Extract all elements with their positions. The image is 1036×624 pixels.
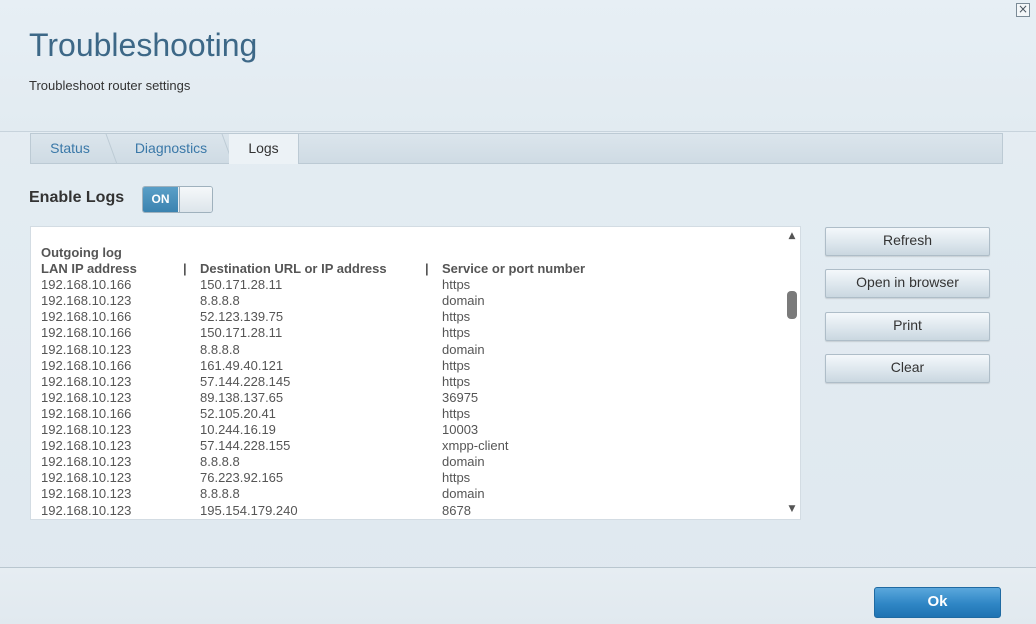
close-icon[interactable]: ×	[1016, 3, 1030, 17]
log-cell-destination: 52.123.139.75	[200, 309, 284, 325]
log-cell-service: https	[442, 325, 471, 341]
log-cell-service: https	[442, 470, 471, 486]
tab-status[interactable]: Status	[31, 134, 109, 164]
column-separator: |	[425, 261, 429, 277]
log-row: 192.168.10.123 8.8.8.8 domain	[41, 486, 781, 502]
log-cell-destination: 8.8.8.8	[200, 486, 240, 502]
clear-button[interactable]: Clear	[825, 354, 990, 383]
open-in-browser-button[interactable]: Open in browser	[825, 269, 990, 298]
tab-bar: Status Diagnostics Logs	[30, 133, 1003, 164]
log-cell-lan-ip: 192.168.10.123	[41, 389, 132, 405]
log-title: Outgoing log	[41, 245, 122, 260]
tab-diagnostics[interactable]: Diagnostics	[115, 134, 227, 164]
log-row: 192.168.10.123 8.8.8.8 domain	[41, 454, 781, 470]
log-cell-destination: 150.171.28.11	[200, 277, 283, 293]
log-cell-service: 36975	[442, 389, 479, 405]
column-separator: |	[183, 261, 187, 277]
toggle-state-label: ON	[143, 187, 178, 212]
log-cell-lan-ip: 192.168.10.123	[41, 341, 132, 357]
scroll-down-arrow-icon[interactable]: ▼	[786, 504, 798, 514]
dialog-header	[0, 0, 1036, 132]
log-cell-service: 8678	[442, 502, 471, 518]
log-row: 192.168.10.123 76.223.92.165 https	[41, 470, 781, 486]
log-cell-lan-ip: 192.168.10.123	[41, 486, 132, 502]
log-row: 192.168.10.123 8.8.8.8 domain	[41, 293, 781, 309]
page-subtitle: Troubleshoot router settings	[29, 78, 191, 93]
log-cell-service: https	[442, 309, 471, 325]
log-row: 192.168.10.123 57.144.228.145 https	[41, 374, 781, 390]
tab-logs[interactable]: Logs	[229, 134, 299, 164]
log-cell-destination: 8.8.8.8	[200, 341, 240, 357]
log-row: 192.168.10.123 10.244.16.19 10003	[41, 422, 781, 438]
refresh-button[interactable]: Refresh	[825, 227, 990, 256]
log-viewer[interactable]: Outgoing log LAN IP address | Destinatio…	[30, 226, 801, 520]
log-cell-destination: 195.154.179.240	[200, 502, 298, 518]
log-row: 192.168.10.166 52.105.20.41 https	[41, 406, 781, 422]
log-content: Outgoing log LAN IP address | Destinatio…	[41, 245, 781, 519]
log-cell-service: https	[442, 405, 471, 421]
log-cell-lan-ip: 192.168.10.123	[41, 373, 132, 389]
log-column-headers: LAN IP address | Destination URL or IP a…	[41, 261, 781, 277]
log-cell-destination: 57.144.228.155	[200, 438, 291, 454]
log-cell-lan-ip: 192.168.10.123	[41, 470, 132, 486]
log-cell-service: 10003	[442, 422, 479, 438]
log-row: 192.168.10.123 89.138.137.65 36975	[41, 390, 781, 406]
print-button[interactable]: Print	[825, 312, 990, 341]
log-cell-lan-ip: 192.168.10.166	[41, 325, 132, 341]
header-divider	[0, 131, 1036, 132]
log-cell-lan-ip: 192.168.10.166	[41, 277, 132, 293]
enable-logs-label: Enable Logs	[29, 189, 125, 206]
log-cell-service: https	[442, 357, 471, 373]
page-title: Troubleshooting	[29, 27, 258, 63]
log-cell-lan-ip: 192.168.10.166	[41, 405, 132, 421]
log-cell-service: domain	[442, 293, 485, 309]
log-cell-destination: 8.8.8.8	[200, 454, 240, 470]
column-header-lan-ip: LAN IP address	[41, 261, 137, 277]
log-cell-destination: 57.144.228.145	[200, 373, 291, 389]
toggle-knob	[179, 187, 212, 212]
log-cell-destination: 161.49.40.121	[200, 357, 284, 373]
log-row: 192.168.10.166 52.123.139.75 https	[41, 309, 781, 325]
log-cell-service: https	[442, 373, 471, 389]
log-cell-lan-ip: 192.168.10.123	[41, 422, 132, 438]
scrollbar-thumb[interactable]	[787, 291, 797, 319]
log-cell-destination: 8.8.8.8	[200, 293, 240, 309]
log-cell-destination: 52.105.20.41	[200, 405, 276, 421]
enable-logs-toggle[interactable]: ON	[142, 186, 213, 213]
log-cell-service: https	[442, 277, 471, 293]
log-row: 192.168.10.166 150.171.28.11 https	[41, 277, 781, 293]
log-cell-lan-ip: 192.168.10.166	[41, 357, 132, 373]
log-cell-lan-ip: 192.168.10.123	[41, 454, 132, 470]
log-row: 192.168.10.166 161.49.40.121 https	[41, 358, 781, 374]
log-cell-service: domain	[442, 341, 485, 357]
log-cell-service: domain	[442, 454, 485, 470]
log-cell-destination: 76.223.92.165	[200, 470, 284, 486]
ok-button[interactable]: Ok	[874, 587, 1001, 618]
log-row: 192.168.10.123 195.154.179.240 8678	[41, 503, 781, 519]
log-cell-lan-ip: 192.168.10.123	[41, 502, 132, 518]
column-header-service: Service or port number	[442, 261, 586, 277]
log-cell-destination: 10.244.16.19	[200, 422, 276, 438]
log-cell-destination: 150.171.28.11	[200, 325, 283, 341]
log-cell-lan-ip: 192.168.10.123	[41, 438, 132, 454]
scroll-up-arrow-icon[interactable]: ▲	[786, 231, 798, 241]
log-row: 192.168.10.123 8.8.8.8 domain	[41, 342, 781, 358]
log-row: 192.168.10.166 150.171.28.11 https	[41, 325, 781, 341]
log-row: 192.168.10.123 57.144.228.155 xmpp-client	[41, 438, 781, 454]
log-cell-service: domain	[442, 486, 485, 502]
log-cell-lan-ip: 192.168.10.166	[41, 309, 132, 325]
log-cell-lan-ip: 192.168.10.123	[41, 293, 132, 309]
log-cell-destination: 89.138.137.65	[200, 389, 284, 405]
log-cell-service: xmpp-client	[442, 438, 509, 454]
column-header-destination: Destination URL or IP address	[200, 261, 387, 277]
